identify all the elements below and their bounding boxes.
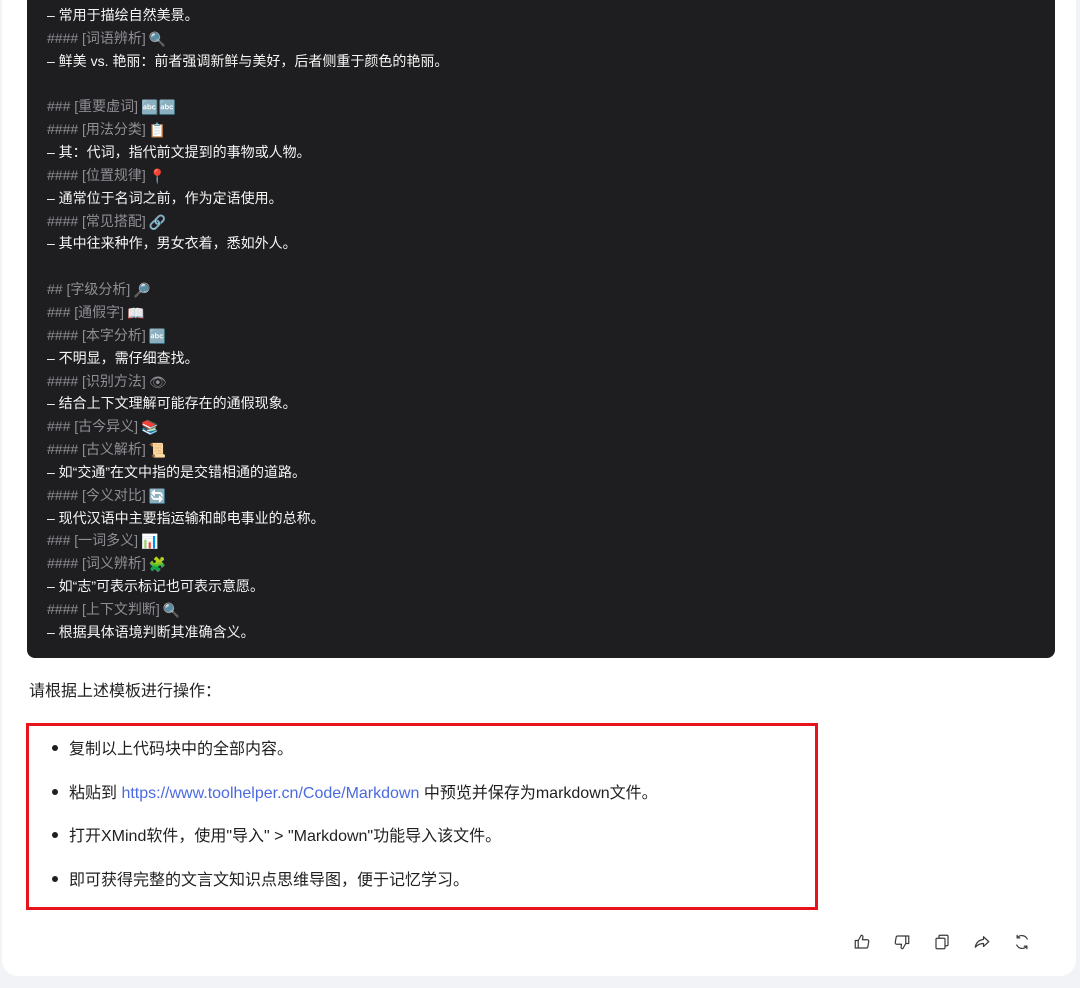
code-heading-line: #### [位置规律] 📍: [47, 164, 448, 187]
code-line-text: ### [重要虚词]: [47, 98, 139, 115]
code-text-line: – 其：代词，指代前文提到的事物或人物。: [47, 141, 448, 164]
code-text-line: – 现代汉语中主要指运输和邮电事业的总称。: [47, 507, 448, 530]
code-heading-line: #### [常见搭配] 🔗: [47, 210, 448, 233]
code-line-text: – 鲜美 vs. 艳丽：前者强调新鲜与美好，后者侧重于颜色的艳丽。: [47, 52, 449, 69]
bullet-dot: [52, 831, 58, 838]
code-text-line: – 结合上下文理解可能存在的通假现象。: [47, 392, 448, 415]
thumbs-up-icon: [854, 934, 870, 949]
code-line-text: #### [常见搭配]: [47, 212, 146, 229]
code-text-line: [47, 73, 448, 96]
code-line-text: #### [用法分类]: [47, 121, 146, 138]
scroll-icon: 📜: [148, 442, 167, 459]
code-line-text: #### [本字分析]: [47, 326, 146, 343]
code-heading-line: ### [一词多义] 📊: [47, 529, 448, 552]
step-text: 粘贴到: [69, 785, 122, 802]
code-line-text: ## [字级分析]: [47, 281, 131, 298]
share-icon: [974, 936, 990, 948]
instruction-text: 请根据上述模板进行操作：: [29, 683, 222, 700]
code-text-line: – 鲜美 vs. 艳丽：前者强调新鲜与美好，后者侧重于颜色的艳丽。: [47, 50, 448, 73]
magnifier-right-icon: 🔎: [133, 282, 151, 299]
copy-button[interactable]: [930, 930, 954, 954]
code-heading-line: ### [古今异义] 📚: [47, 415, 448, 438]
code-line-text: #### [上下文判断]: [47, 600, 160, 617]
code-heading-line: #### [识别方法] 👁: [47, 370, 448, 393]
code-heading-line: #### [上下文判断] 🔍: [47, 598, 448, 621]
markdown-tool-link[interactable]: https://www.toolhelper.cn/Code/Markdown: [121, 785, 419, 802]
thumbs-up-button[interactable]: [850, 930, 874, 954]
assistant-message-card: – 常用于描绘自然美景。 #### [词语辨析] 🔍 – 鲜美 vs. 艳丽：前者强调…: [2, 0, 1076, 976]
highlighted-steps-box: 复制以上代码块中的全部内容。 粘贴到 https://www.toolhelper…: [26, 723, 818, 910]
code-heading-line: #### [用法分类] 📋: [47, 118, 448, 141]
magnifier-icon: 🔍: [162, 601, 181, 618]
step-text: 复制以上代码块中的全部内容。: [69, 741, 294, 758]
code-line-text: ### [一词多义]: [47, 532, 139, 549]
refresh-icon: 🔄: [148, 487, 167, 504]
code-heading-line: ### [重要虚词] 🔤🔤: [47, 95, 448, 118]
step-text: 即可获得完整的文言文知识点思维导图，便于记忆学习。: [69, 872, 470, 889]
bar-chart-icon: 📊: [141, 533, 159, 550]
regenerate-icon: [1016, 934, 1028, 950]
step-item: 复制以上代码块中的全部内容。: [52, 738, 293, 762]
code-heading-line: #### [古义解析] 📜: [47, 438, 448, 461]
code-line-text: – 通常位于名词之前，作为定语使用。: [47, 189, 283, 206]
clipboard-icon: 📋: [148, 122, 167, 139]
code-text-line: [47, 255, 448, 278]
code-line-text: – 根据具体语境判断其准确含义。: [47, 623, 255, 640]
code-lines: – 常用于描绘自然美景。 #### [词语辨析] 🔍 – 鲜美 vs. 艳丽：前者强调…: [47, 4, 448, 644]
abc-icon: 🔤🔤: [141, 99, 176, 116]
step-item: 打开XMind软件，使用"导入" > "Markdown"功能导入该文件。: [52, 825, 501, 849]
code-text-line: – 通常位于名词之前，作为定语使用。: [47, 187, 448, 210]
bullet-dot: [52, 744, 58, 751]
regenerate-button[interactable]: [1010, 930, 1034, 954]
share-button[interactable]: [970, 930, 994, 954]
copy-icon: [935, 934, 949, 950]
code-line-text: ### [通假字]: [47, 303, 125, 320]
open-book-icon: 📖: [127, 304, 145, 321]
pin-icon: 📍: [148, 167, 167, 184]
code-line-text: – 如“交通”在文中指的是交错相通的道路。: [47, 463, 306, 480]
code-text-line: – 如“志”可表示标记也可表示意愿。: [47, 575, 448, 598]
code-line-text: #### [词语辨析]: [47, 29, 146, 46]
code-line-text: – 其：代词，指代前文提到的事物或人物。: [47, 144, 311, 161]
magnifier-icon: 🔍: [148, 30, 167, 47]
code-line-text: – 如“志”可表示标记也可表示意愿。: [47, 578, 264, 595]
code-line-text: #### [古义解析]: [47, 441, 146, 458]
code-heading-line: #### [词义辨析] 🧩: [47, 552, 448, 575]
eye-icon: 👁: [148, 373, 167, 390]
code-heading-line: ### [通假字] 📖: [47, 301, 448, 324]
code-heading-line: #### [本字分析] 🔤: [47, 324, 448, 347]
puzzle-icon: 🧩: [148, 556, 167, 573]
code-heading-line: #### [词语辨析] 🔍: [47, 27, 448, 50]
code-text-line: – 其中往来种作，男女衣着，悉如外人。: [47, 232, 448, 255]
code-line-text: – 现代汉语中主要指运输和邮电事业的总称。: [47, 509, 325, 526]
step-item: 粘贴到 https://www.toolhelper.cn/Code/Markd…: [52, 782, 658, 806]
step-item: 即可获得完整的文言文知识点思维导图，便于记忆学习。: [52, 869, 469, 893]
step-text-after: 中预览并保存为markdown文件。: [419, 785, 658, 802]
thumbs-down-button[interactable]: [890, 930, 914, 954]
code-line-text: – 结合上下文理解可能存在的通假现象。: [47, 395, 297, 412]
books-icon: 📚: [141, 419, 159, 436]
link-icon: 🔗: [148, 213, 167, 230]
markdown-code-block: – 常用于描绘自然美景。 #### [词语辨析] 🔍 – 鲜美 vs. 艳丽：前者强调…: [27, 0, 1055, 658]
code-line-text: #### [识别方法]: [47, 372, 146, 389]
abc-icon: 🔤: [148, 327, 167, 344]
code-line-text: #### [位置规律]: [47, 166, 146, 183]
message-actions: [850, 930, 1034, 954]
code-line-text: #### [词义辨析]: [47, 555, 146, 572]
code-text-line: – 常用于描绘自然美景。: [47, 4, 448, 27]
code-line-text: – 其中往来种作，男女衣着，悉如外人。: [47, 235, 297, 252]
code-line-text: #### [今义对比]: [47, 486, 146, 503]
code-line-text: ### [古今异义]: [47, 418, 139, 435]
code-line-text: – 不明显，需仔细查找。: [47, 349, 199, 366]
code-heading-line: #### [今义对比] 🔄: [47, 484, 448, 507]
bullet-dot: [52, 875, 58, 882]
step-text: 打开XMind软件，使用"导入" > "Markdown"功能导入该文件。: [69, 828, 502, 845]
code-text-line: – 不明显，需仔细查找。: [47, 347, 448, 370]
code-text-line: – 如“交通”在文中指的是交错相通的道路。: [47, 461, 448, 484]
code-text-line: – 根据具体语境判断其准确含义。: [47, 621, 448, 644]
bullet-dot: [52, 788, 58, 795]
thumbs-down-icon: [894, 935, 910, 950]
code-heading-line: ## [字级分析] 🔎: [47, 278, 448, 301]
code-line-text: – 常用于描绘自然美景。: [47, 7, 199, 23]
